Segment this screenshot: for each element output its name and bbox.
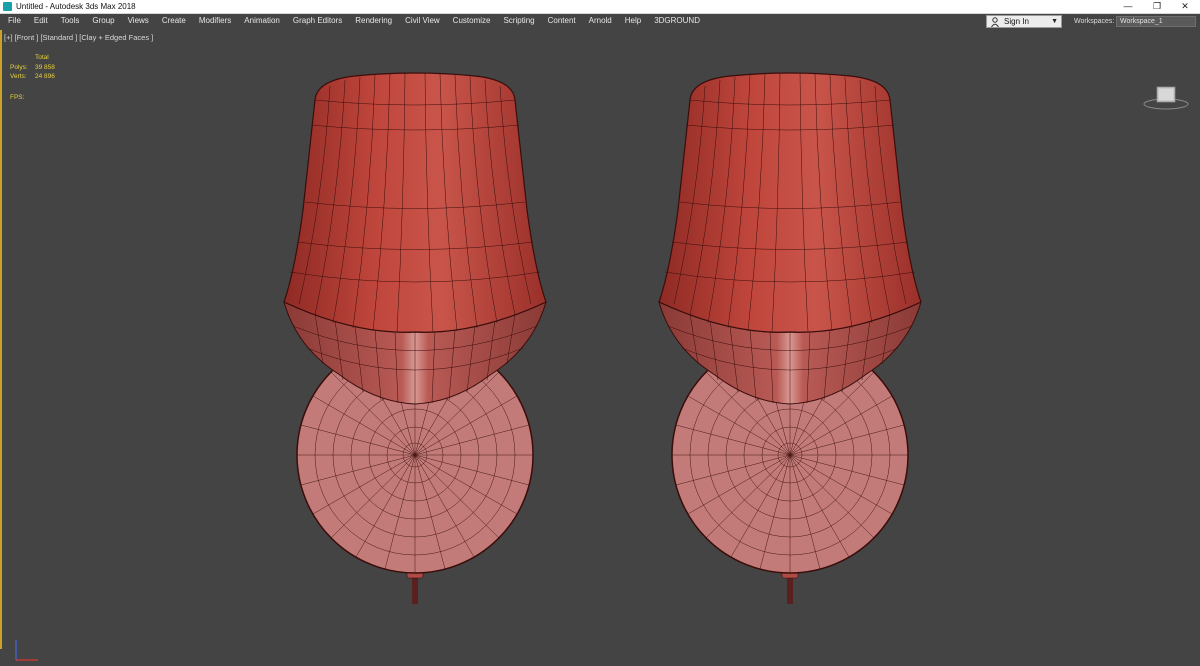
menu-content[interactable]: Content (540, 14, 581, 29)
menu-create[interactable]: Create (154, 14, 191, 29)
menu-civil-view[interactable]: Civil View (397, 14, 445, 29)
lamp-left[interactable] (283, 72, 547, 605)
menu-3dground[interactable]: 3DGROUND (646, 14, 705, 29)
lamp-right[interactable] (658, 72, 922, 605)
menu-tools[interactable]: Tools (53, 14, 85, 29)
menu-arnold[interactable]: Arnold (581, 14, 617, 29)
menu-modifiers[interactable]: Modifiers (191, 14, 236, 29)
menu-views[interactable]: Views (120, 14, 154, 29)
menu-scripting[interactable]: Scripting (495, 14, 539, 29)
sign-in-label: Sign In (1004, 17, 1029, 26)
title-bar: Untitled - Autodesk 3ds Max 2018 — ❐ ✕ (0, 0, 1200, 14)
menu-edit[interactable]: Edit (26, 14, 53, 29)
window-title: Untitled - Autodesk 3ds Max 2018 (16, 2, 136, 11)
chevron-down-icon: ▼ (1051, 18, 1058, 25)
menu-animation[interactable]: Animation (236, 14, 285, 29)
workspaces-dropdown[interactable]: Workspace_1 (1116, 16, 1196, 27)
app-icon (3, 2, 12, 11)
menu-file[interactable]: File (0, 14, 26, 29)
menu-group[interactable]: Group (84, 14, 119, 29)
sign-in-button[interactable]: Sign In ▼ (986, 15, 1062, 28)
main-menu: File Edit Tools Group Views Create Modif… (0, 14, 705, 29)
minimize-button[interactable]: — (1113, 0, 1143, 13)
close-button[interactable]: ✕ (1170, 0, 1200, 13)
scene-canvas[interactable] (0, 30, 1200, 649)
menu-bar: File Edit Tools Group Views Create Modif… (0, 14, 1200, 29)
menu-customize[interactable]: Customize (445, 14, 496, 29)
menu-graph-editors[interactable]: Graph Editors (285, 14, 347, 29)
user-icon (991, 17, 999, 27)
menu-help[interactable]: Help (617, 14, 646, 29)
workspaces-label: Workspaces: (1074, 18, 1115, 25)
menu-rendering[interactable]: Rendering (347, 14, 397, 29)
restore-button[interactable]: ❐ (1142, 0, 1172, 13)
